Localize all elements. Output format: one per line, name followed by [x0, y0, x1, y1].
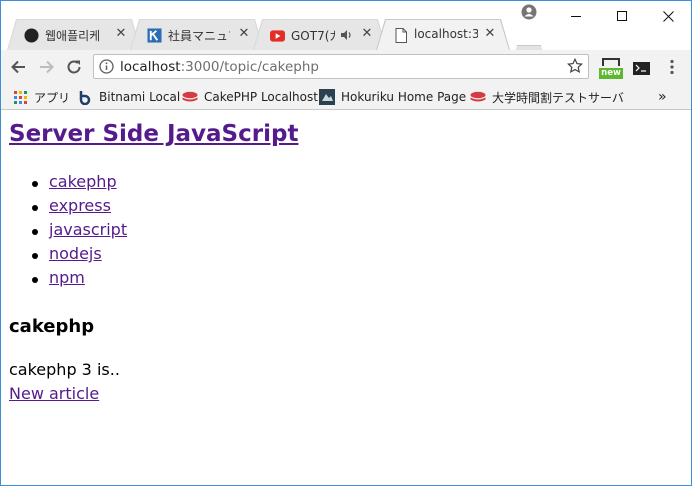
new-article-link[interactable]: New article [9, 384, 99, 403]
topic-link-cakephp[interactable]: cakephp [49, 172, 117, 191]
bookmark-bitnami[interactable]: Bitnami Local [77, 89, 180, 105]
tab-4-active[interactable]: localhost:30 ✕ [376, 19, 510, 50]
url-text: localhost:3000/topic/cakephp [120, 59, 319, 75]
tab-1[interactable]: 웹애플리케 ✕ [7, 19, 141, 50]
minimize-icon [570, 15, 581, 17]
tab-3[interactable]: GOT7(ガ ✕ [253, 19, 387, 50]
bookmark-apps-label: アプリ [34, 90, 71, 105]
article-title: cakephp [9, 316, 95, 337]
maximize-icon [616, 10, 627, 21]
tab-2-close-icon[interactable]: ✕ [236, 26, 252, 42]
close-window-button[interactable] [645, 1, 691, 31]
page-content: Server Side JavaScript cakephp express j… [1, 110, 691, 485]
minimize-button[interactable] [553, 1, 599, 31]
bookmark-bitnami-label: Bitnami Local [99, 90, 181, 104]
tab-strip: 웹애플리케 ✕ 社員マニュア ✕ GOT7(ガ ✕ [1, 1, 691, 50]
hokuriku-icon [319, 89, 335, 105]
bookmark-cakephp[interactable]: CakePHP Localhost [182, 89, 318, 105]
bookmark-star-icon[interactable] [567, 57, 583, 74]
speaker-icon[interactable] [339, 27, 353, 41]
tab-1-title: 웹애플리케 [45, 29, 101, 43]
bookmark-cakephp-label: CakePHP Localhost [204, 90, 318, 104]
tab-4-title: localhost:30 [414, 27, 472, 41]
bullet [32, 205, 38, 211]
youtube-icon [270, 28, 285, 43]
reload-icon [67, 60, 81, 74]
bitnami-icon [77, 89, 93, 105]
bullet [32, 277, 38, 283]
topic-link-nodejs[interactable]: nodejs [49, 244, 102, 263]
bookmarks-overflow-button[interactable]: » [658, 89, 667, 105]
tab-3-close-icon[interactable]: ✕ [359, 26, 375, 42]
bookmark-timetable[interactable]: 大学時間割テストサーバ [470, 89, 624, 105]
kintone-icon [147, 28, 162, 43]
tab-3-title: GOT7(ガ [291, 29, 330, 43]
toolbar: localhost:3000/topic/cakephp new [1, 50, 691, 85]
apps-grid-icon [12, 89, 28, 105]
reload-button[interactable] [65, 58, 83, 76]
site-title-link[interactable]: Server Side JavaScript [9, 121, 298, 147]
new-badge: new [599, 68, 623, 79]
terminal-icon[interactable] [633, 60, 650, 75]
bookmark-timetable-label: 大学時間割テストサーバ [492, 90, 624, 105]
topic-link-javascript[interactable]: javascript [49, 220, 127, 239]
page-icon [393, 28, 408, 43]
tab-4-close-icon[interactable]: ✕ [482, 26, 498, 42]
info-icon[interactable] [99, 59, 114, 74]
back-arrow-icon [11, 60, 25, 74]
url-host: localhost [120, 59, 181, 75]
tab-2[interactable]: 社員マニュア ✕ [130, 19, 264, 50]
topic-link-npm[interactable]: npm [49, 268, 85, 287]
back-button[interactable] [9, 58, 27, 76]
browser-window: 웹애플리케 ✕ 社員マニュア ✕ GOT7(ガ ✕ [0, 0, 692, 486]
maximize-button[interactable] [599, 1, 645, 31]
profile-icon[interactable] [521, 4, 537, 20]
url-path: :3000/topic/cakephp [180, 59, 319, 75]
bullet [32, 253, 38, 259]
forward-button[interactable] [38, 58, 56, 76]
bullet [32, 229, 38, 235]
tab-1-close-icon[interactable]: ✕ [113, 26, 129, 42]
bullet [32, 181, 38, 187]
extension-new-button[interactable]: new [599, 57, 623, 81]
address-bar[interactable]: localhost:3000/topic/cakephp [93, 54, 589, 79]
bookmarks-bar: アプリ Bitnami Local CakePHP Localhost Hoku… [1, 85, 691, 110]
screen-capture-icon [602, 58, 620, 66]
article-body: cakephp 3 is.. [9, 360, 120, 379]
topic-link-express[interactable]: express [49, 196, 111, 215]
bookmark-hokuriku[interactable]: Hokuriku Home Page [319, 89, 466, 105]
tab-2-title: 社員マニュア [168, 29, 228, 43]
github-icon [24, 28, 39, 43]
bookmark-hokuriku-label: Hokuriku Home Page [341, 90, 467, 104]
menu-kebab-icon[interactable] [669, 59, 675, 75]
forward-arrow-icon [40, 60, 54, 74]
bookmark-apps[interactable]: アプリ [12, 89, 70, 105]
cakephp-icon [182, 89, 198, 105]
close-icon [662, 10, 674, 22]
cakephp-icon [470, 89, 486, 105]
tab-list: 웹애플리케 ✕ 社員マニュア ✕ GOT7(ガ ✕ [7, 19, 567, 50]
